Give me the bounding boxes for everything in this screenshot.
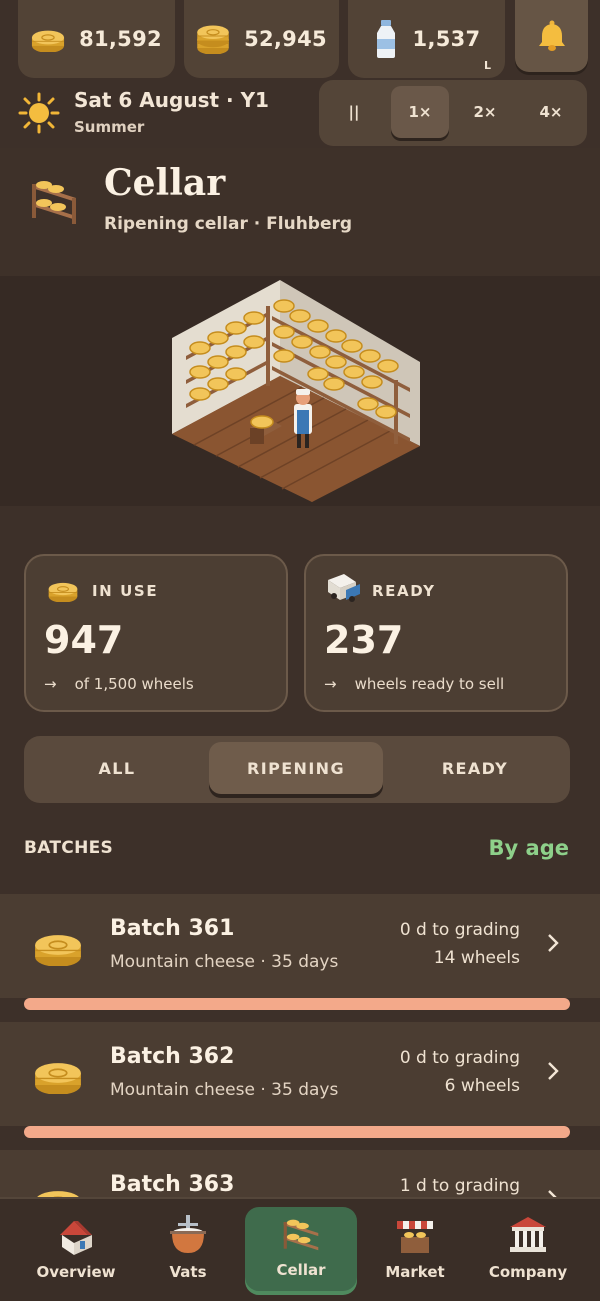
ready-label: READY xyxy=(372,582,436,600)
bell-icon xyxy=(538,20,565,51)
milk-resource[interactable]: 1,537 L xyxy=(348,0,505,78)
cheese-shelf-icon xyxy=(32,181,76,224)
tab-ready[interactable]: READY xyxy=(388,742,562,794)
batch-grading: 0 d to grading xyxy=(399,920,520,940)
notifications-button[interactable] xyxy=(515,0,588,72)
speed-2x-button[interactable]: 2× xyxy=(456,86,514,138)
milk-unit: L xyxy=(483,59,491,72)
in-use-value: 947 xyxy=(44,618,124,662)
season-label: Summer xyxy=(74,118,145,136)
cheese-wheel-icon xyxy=(34,934,82,966)
date-label: Sat 6 August · Y1 xyxy=(74,88,269,112)
batch-progress-bar xyxy=(24,1126,570,1138)
cheese-resource[interactable]: 52,945 xyxy=(184,0,339,78)
speed-4x-button[interactable]: 4× xyxy=(522,86,580,138)
nav-market[interactable]: Market xyxy=(359,1209,471,1293)
sort-by-age-button[interactable]: By age xyxy=(489,836,569,860)
ready-value: 237 xyxy=(324,618,404,662)
delivery-truck-icon xyxy=(328,574,360,602)
cheese-stack-icon xyxy=(196,24,230,54)
vat-icon xyxy=(170,1215,206,1253)
nav-cellar-label: Cellar xyxy=(276,1261,326,1279)
nav-overview[interactable]: Overview xyxy=(20,1209,132,1293)
arrow-right-icon: → xyxy=(324,675,337,693)
in-use-card[interactable]: IN USE 947 → of 1,500 wheels xyxy=(24,554,288,712)
nav-market-label: Market xyxy=(385,1263,445,1281)
batch-grading: 1 d to grading xyxy=(399,1176,520,1196)
in-use-label: IN USE xyxy=(92,582,159,600)
batch-name: Batch 362 xyxy=(110,1044,235,1069)
cellar-illustration xyxy=(0,276,600,506)
gold-value: 81,592 xyxy=(79,27,162,51)
page-title: Cellar xyxy=(104,162,226,204)
chevron-right-icon xyxy=(548,1062,559,1080)
batch-row[interactable]: Batch 362 Mountain cheese · 35 days 0 d … xyxy=(0,1022,600,1126)
cheese-value: 52,945 xyxy=(244,27,327,51)
nav-company-label: Company xyxy=(488,1263,568,1281)
batch-name: Batch 361 xyxy=(110,916,235,941)
nav-cellar[interactable]: Cellar xyxy=(245,1207,357,1291)
page-subtitle: Ripening cellar · Fluhberg xyxy=(104,214,353,234)
arrow-right-icon: → xyxy=(44,675,57,693)
batch-grading: 0 d to grading xyxy=(399,1048,520,1068)
cheese-wheel-icon xyxy=(48,582,78,602)
tab-ripening[interactable]: RIPENING xyxy=(209,742,383,794)
batch-type: Mountain cheese · 35 days xyxy=(110,952,339,972)
batch-type: Mountain cheese · 35 days xyxy=(110,1080,339,1100)
batch-wheels: 6 wheels xyxy=(444,1076,520,1096)
nav-vats[interactable]: Vats xyxy=(132,1209,244,1293)
speed-control: || 1× 2× 4× xyxy=(319,80,587,146)
bank-building-icon xyxy=(510,1217,546,1252)
nav-overview-label: Overview xyxy=(36,1263,116,1281)
ready-note: wheels ready to sell xyxy=(354,675,505,693)
gold-coins-icon xyxy=(31,29,65,52)
house-icon xyxy=(60,1221,92,1255)
milk-value: 1,537 xyxy=(412,27,481,51)
nav-company[interactable]: Company xyxy=(472,1209,584,1293)
nav-vats-label: Vats xyxy=(169,1263,207,1281)
sun-icon xyxy=(18,92,60,134)
bottom-nav: Overview Vats Cellar Market Company xyxy=(0,1197,600,1301)
tab-all[interactable]: ALL xyxy=(30,742,204,794)
batch-name: Batch 363 xyxy=(110,1172,235,1197)
header xyxy=(0,148,600,276)
pause-button[interactable]: || xyxy=(325,86,383,138)
milk-bottle-icon xyxy=(376,20,395,58)
batch-row[interactable]: Batch 361 Mountain cheese · 35 days 0 d … xyxy=(0,894,600,998)
section-title: BATCHES xyxy=(24,838,114,858)
chevron-right-icon xyxy=(548,934,559,952)
cellar-room-illustration xyxy=(172,280,420,502)
batch-progress-bar xyxy=(24,998,570,1010)
batch-filter: ALL RIPENING READY xyxy=(24,736,570,803)
cheese-wheel-icon xyxy=(34,1062,82,1094)
gold-resource[interactable]: 81,592 xyxy=(18,0,175,78)
speed-1x-button[interactable]: 1× xyxy=(391,86,449,138)
ready-card[interactable]: READY 237 → wheels ready to sell xyxy=(304,554,568,712)
batch-wheels: 14 wheels xyxy=(433,948,520,968)
market-stall-icon xyxy=(397,1221,433,1253)
in-use-note: of 1,500 wheels xyxy=(74,675,194,693)
cheese-shelf-icon xyxy=(283,1219,319,1251)
